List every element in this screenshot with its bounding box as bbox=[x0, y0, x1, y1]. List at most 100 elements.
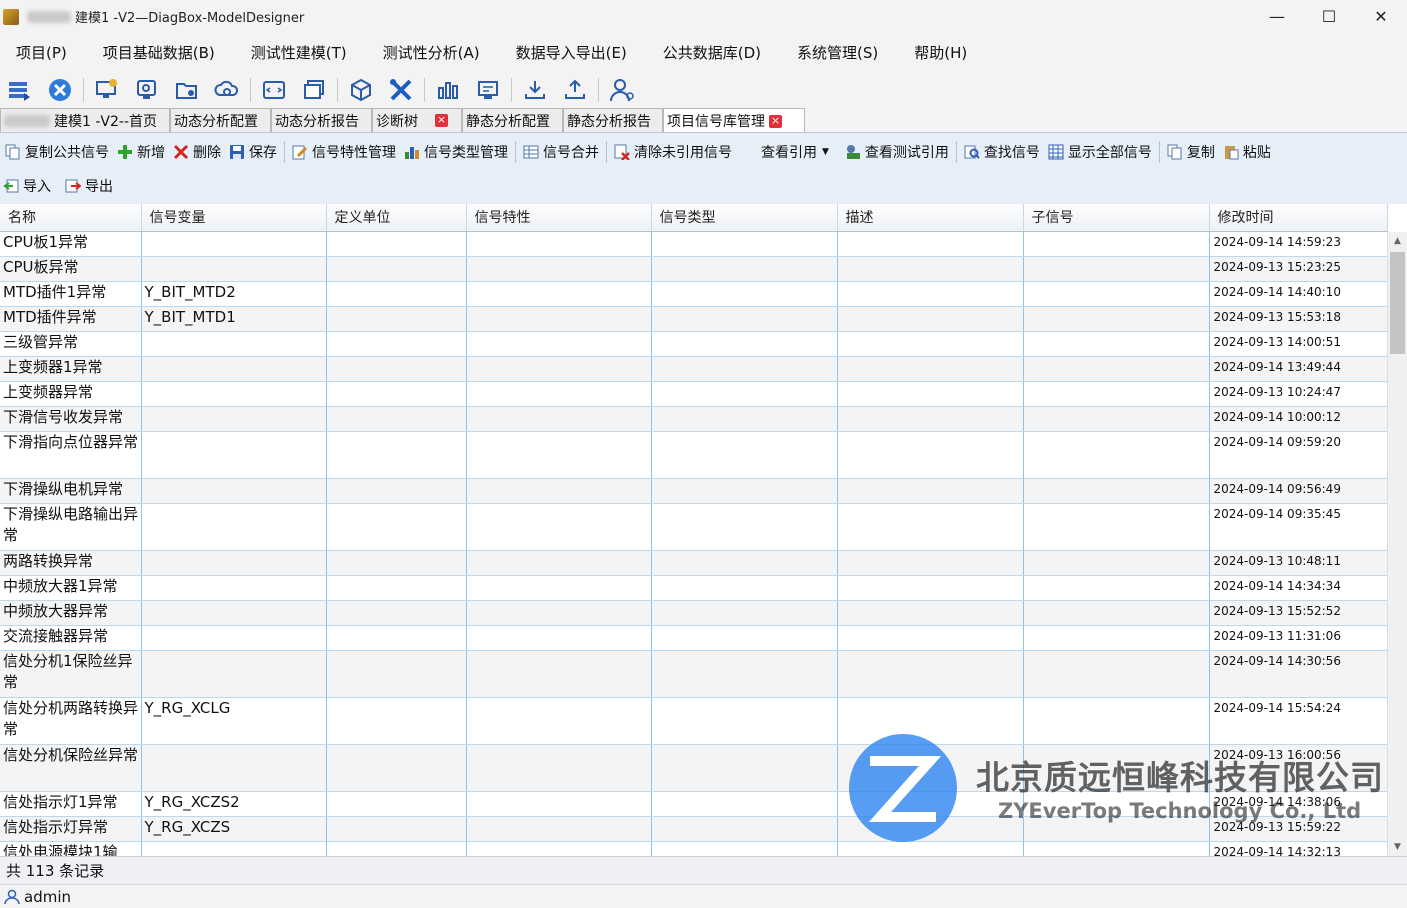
cell-name[interactable]: 信处电源模块1输 bbox=[0, 841, 142, 856]
cell-name[interactable]: 信处分机两路转换异常 bbox=[0, 697, 142, 745]
cell-property[interactable] bbox=[466, 697, 652, 745]
windows-icon[interactable] bbox=[301, 77, 327, 103]
table-row[interactable]: 下滑信号收发异常 2024-09-14 10:00:12 bbox=[0, 406, 1388, 432]
monitor-icon[interactable] bbox=[94, 77, 120, 103]
cell-name[interactable]: MTD插件1异常 bbox=[0, 281, 142, 307]
cell-modified-time[interactable]: 2024-09-14 09:56:49 bbox=[1209, 478, 1388, 504]
cell-name[interactable]: 下滑操纵电路输出异常 bbox=[0, 503, 142, 551]
cell-description[interactable] bbox=[837, 575, 1024, 601]
cell-type[interactable] bbox=[651, 356, 838, 382]
cell-type[interactable] bbox=[651, 281, 838, 307]
cell-name[interactable]: 中频放大器1异常 bbox=[0, 575, 142, 601]
cell-name[interactable]: 信处分机1保险丝异常 bbox=[0, 650, 142, 698]
cell-subsignal[interactable] bbox=[1023, 256, 1210, 282]
table-row[interactable]: 信处分机保险丝异常 2024-09-13 16:00:56 bbox=[0, 744, 1388, 792]
cell-type[interactable] bbox=[651, 697, 838, 745]
table-row[interactable]: 上变频器异常 2024-09-13 10:24:47 bbox=[0, 381, 1388, 407]
column-header-unit[interactable]: 定义单位 bbox=[326, 204, 467, 232]
signal-type-manage-button[interactable]: 信号类型管理 bbox=[403, 142, 508, 162]
cell-name[interactable]: 上变频器异常 bbox=[0, 381, 142, 407]
cell-unit[interactable] bbox=[326, 697, 467, 745]
vertical-scrollbar[interactable]: ▲ ▼ bbox=[1387, 232, 1407, 856]
tab-dynamic-analysis-config[interactable]: 动态分析配置 bbox=[170, 108, 271, 132]
cell-modified-time[interactable]: 2024-09-13 15:52:52 bbox=[1209, 600, 1388, 626]
cell-type[interactable] bbox=[651, 550, 838, 576]
cell-property[interactable] bbox=[466, 744, 652, 792]
cell-name[interactable]: CPU板1异常 bbox=[0, 231, 142, 257]
download-icon[interactable] bbox=[522, 77, 548, 103]
cell-type[interactable] bbox=[651, 600, 838, 626]
folder-icon[interactable] bbox=[174, 77, 200, 103]
cell-unit[interactable] bbox=[326, 331, 467, 357]
tab-close-icon[interactable]: × bbox=[435, 114, 448, 127]
cell-modified-time[interactable]: 2024-09-13 15:59:22 bbox=[1209, 816, 1388, 842]
cell-modified-time[interactable]: 2024-09-14 09:59:20 bbox=[1209, 431, 1388, 479]
cell-description[interactable] bbox=[837, 697, 1024, 745]
cell-unit[interactable] bbox=[326, 381, 467, 407]
table-row[interactable]: 上变频器1异常 2024-09-14 13:49:44 bbox=[0, 356, 1388, 382]
scrollbar-thumb[interactable] bbox=[1390, 252, 1405, 354]
cell-property[interactable] bbox=[466, 356, 652, 382]
menu-project[interactable]: 项目(P) bbox=[16, 42, 67, 63]
table-row[interactable]: 中频放大器1异常 2024-09-14 14:34:34 bbox=[0, 575, 1388, 601]
tab-diagnosis-tree[interactable]: 诊断树 × bbox=[372, 108, 462, 132]
column-header-property[interactable]: 信号特性 bbox=[466, 204, 652, 232]
cell-variable[interactable] bbox=[141, 550, 327, 576]
upload-icon[interactable] bbox=[562, 77, 588, 103]
column-header-modified-time[interactable]: 修改时间 bbox=[1209, 204, 1388, 232]
cell-variable[interactable] bbox=[141, 478, 327, 504]
cell-type[interactable] bbox=[651, 231, 838, 257]
cell-variable[interactable] bbox=[141, 841, 327, 856]
cell-description[interactable] bbox=[837, 431, 1024, 479]
signal-merge-button[interactable]: 信号合并 bbox=[522, 142, 599, 162]
close-project-icon[interactable] bbox=[47, 77, 73, 103]
cell-name[interactable]: 三级管异常 bbox=[0, 331, 142, 357]
cell-subsignal[interactable] bbox=[1023, 406, 1210, 432]
cell-subsignal[interactable] bbox=[1023, 306, 1210, 332]
cell-subsignal[interactable] bbox=[1023, 503, 1210, 551]
menu-basic-data[interactable]: 项目基础数据(B) bbox=[103, 42, 215, 63]
package-icon[interactable] bbox=[348, 77, 374, 103]
cell-description[interactable] bbox=[837, 256, 1024, 282]
cloud-monitor-icon[interactable] bbox=[134, 77, 160, 103]
cell-variable[interactable] bbox=[141, 406, 327, 432]
cell-name[interactable]: CPU板异常 bbox=[0, 256, 142, 282]
list-icon[interactable] bbox=[7, 77, 33, 103]
cell-property[interactable] bbox=[466, 331, 652, 357]
cell-description[interactable] bbox=[837, 478, 1024, 504]
cell-modified-time[interactable]: 2024-09-13 10:48:11 bbox=[1209, 550, 1388, 576]
tab-static-analysis-config[interactable]: 静态分析配置 bbox=[462, 108, 563, 132]
close-window-button[interactable]: ✕ bbox=[1355, 0, 1407, 33]
column-header-variable[interactable]: 信号变量 bbox=[141, 204, 327, 232]
cell-description[interactable] bbox=[837, 791, 1024, 817]
cell-name[interactable]: 下滑操纵电机异常 bbox=[0, 478, 142, 504]
cell-modified-time[interactable]: 2024-09-14 14:30:56 bbox=[1209, 650, 1388, 698]
column-header-name[interactable]: 名称 bbox=[0, 204, 142, 232]
table-row[interactable]: MTD插件1异常 Y_BIT_MTD2 2024-09-14 14:40:10 bbox=[0, 281, 1388, 307]
cell-name[interactable]: 信处指示灯1异常 bbox=[0, 791, 142, 817]
cell-type[interactable] bbox=[651, 791, 838, 817]
cell-unit[interactable] bbox=[326, 356, 467, 382]
cell-description[interactable] bbox=[837, 331, 1024, 357]
table-row[interactable]: CPU板1异常 2024-09-14 14:59:23 bbox=[0, 231, 1388, 257]
export-button[interactable]: 导出 bbox=[64, 176, 113, 196]
cell-description[interactable] bbox=[837, 406, 1024, 432]
cell-type[interactable] bbox=[651, 406, 838, 432]
cell-subsignal[interactable] bbox=[1023, 816, 1210, 842]
cell-variable[interactable] bbox=[141, 744, 327, 792]
cell-subsignal[interactable] bbox=[1023, 650, 1210, 698]
cell-unit[interactable] bbox=[326, 478, 467, 504]
cell-property[interactable] bbox=[466, 816, 652, 842]
delete-button[interactable]: 删除 bbox=[172, 142, 221, 162]
table-row[interactable]: 下滑操纵电机异常 2024-09-14 09:56:49 bbox=[0, 478, 1388, 504]
cell-modified-time[interactable]: 2024-09-13 10:24:47 bbox=[1209, 381, 1388, 407]
clear-unreferenced-button[interactable]: 清除未引用信号 bbox=[613, 142, 732, 162]
table-row[interactable]: CPU板异常 2024-09-13 15:23:25 bbox=[0, 256, 1388, 282]
save-button[interactable]: 保存 bbox=[228, 142, 277, 162]
cell-description[interactable] bbox=[837, 381, 1024, 407]
cell-unit[interactable] bbox=[326, 231, 467, 257]
cell-type[interactable] bbox=[651, 381, 838, 407]
cell-unit[interactable] bbox=[326, 503, 467, 551]
cell-name[interactable]: 上变频器1异常 bbox=[0, 356, 142, 382]
cell-description[interactable] bbox=[837, 816, 1024, 842]
